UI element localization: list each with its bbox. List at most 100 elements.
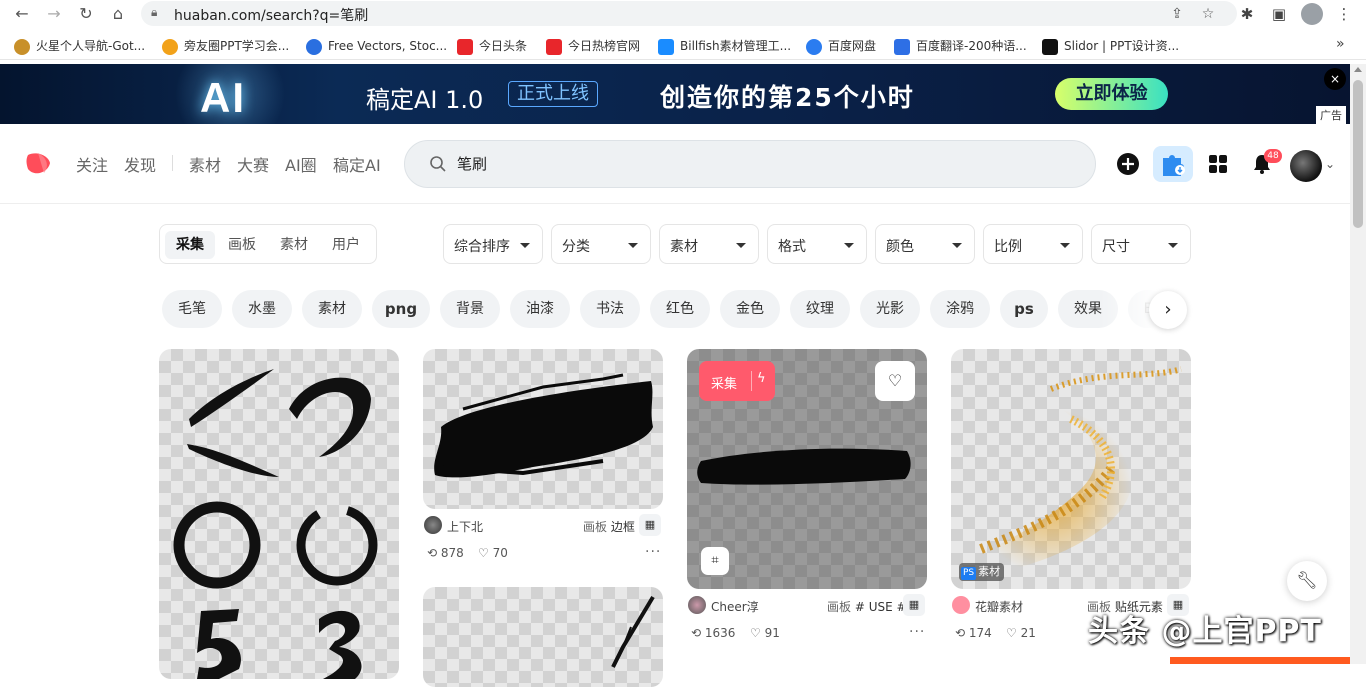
bookmark-item[interactable]: 旁友圈PPT学习会... bbox=[162, 36, 289, 56]
filter-ratio[interactable]: 比例 bbox=[983, 224, 1083, 264]
pin-username[interactable]: Cheer淳 bbox=[711, 598, 759, 615]
share-icon[interactable]: ⇪ bbox=[1167, 4, 1187, 24]
menu-kebab-icon[interactable]: ⋮ bbox=[1333, 3, 1355, 25]
bookmark-item[interactable]: 百度网盘 bbox=[806, 36, 876, 56]
pin-image[interactable] bbox=[951, 349, 1191, 589]
bookmark-item[interactable]: 今日头条 bbox=[457, 36, 527, 56]
wrench-icon[interactable]: 🔧︎ bbox=[1287, 561, 1327, 601]
address-bar[interactable]: 🔒︎ huaban.com/search?q=笔刷 ⇪ ☆ bbox=[141, 1, 1237, 26]
chip-tag[interactable]: 光影 bbox=[860, 290, 920, 328]
nav-discover[interactable]: 发现 bbox=[124, 152, 156, 176]
chevron-down-icon[interactable]: ⌄ bbox=[1325, 157, 1335, 171]
chip-tag[interactable]: 纹理 bbox=[790, 290, 850, 328]
chip-tag[interactable]: ps bbox=[1000, 290, 1048, 328]
banner-ai-logo: AI bbox=[200, 74, 246, 121]
user-avatar-small[interactable] bbox=[424, 516, 442, 534]
lightning-icon[interactable]: ϟ bbox=[757, 371, 766, 386]
filter-sort[interactable]: 综合排序 bbox=[443, 224, 543, 264]
nav-ai-circle[interactable]: AI圈 bbox=[285, 152, 317, 176]
url-text[interactable]: huaban.com/search?q=笔刷 bbox=[174, 5, 368, 25]
nav-follow[interactable]: 关注 bbox=[76, 152, 108, 176]
scroll-up-icon[interactable] bbox=[1354, 67, 1362, 72]
filter-material[interactable]: 素材 bbox=[659, 224, 759, 264]
pin-username[interactable]: 花瓣素材 bbox=[975, 598, 1023, 615]
like-count: ♡ 91 bbox=[750, 626, 780, 640]
close-icon[interactable]: × bbox=[1324, 68, 1346, 90]
chip-tag[interactable]: 水墨 bbox=[232, 290, 292, 328]
banner-tag: 正式上线 bbox=[508, 81, 598, 107]
board-name[interactable]: # USE # bbox=[855, 600, 907, 614]
search-icon[interactable] bbox=[429, 155, 447, 173]
collect-button[interactable]: 采集 ϟ bbox=[699, 361, 775, 401]
huaban-logo[interactable] bbox=[24, 149, 52, 177]
profile-avatar[interactable] bbox=[1301, 3, 1323, 25]
bookmark-favicon bbox=[806, 38, 822, 55]
chip-tag[interactable]: 书法 bbox=[580, 290, 640, 328]
tab-materials[interactable]: 素材 bbox=[269, 231, 319, 259]
filter-color[interactable]: 颜色 bbox=[875, 224, 975, 264]
pin-image[interactable] bbox=[423, 349, 663, 509]
tab-pins[interactable]: 采集 bbox=[165, 231, 215, 259]
search-box[interactable] bbox=[404, 140, 1096, 188]
bookmark-item[interactable]: Billfish素材管理工... bbox=[658, 36, 791, 56]
chip-tag[interactable]: 素材 bbox=[302, 290, 362, 328]
scan-icon[interactable]: ⌗ bbox=[701, 547, 729, 575]
ad-banner[interactable]: AI 稿定AI 1.0 正式上线 创造你的第25个小时 立即体验 × 广告 bbox=[0, 64, 1350, 124]
browser-toolbar: ← → ↻ ⌂ 🔒︎ huaban.com/search?q=笔刷 ⇪ ☆ ✱ … bbox=[0, 0, 1366, 28]
bookmark-item[interactable]: Slidor | PPT设计资... bbox=[1042, 36, 1179, 56]
grid-icon[interactable]: ▦ bbox=[639, 514, 661, 536]
side-panel-icon[interactable]: ▣ bbox=[1268, 3, 1290, 25]
nav-contest[interactable]: 大赛 bbox=[237, 152, 269, 176]
more-icon[interactable]: ··· bbox=[909, 624, 925, 640]
filter-format[interactable]: 格式 bbox=[767, 224, 867, 264]
extensions-icon[interactable]: ✱ bbox=[1236, 3, 1258, 25]
chip-tag[interactable]: 背景 bbox=[440, 290, 500, 328]
heart-icon[interactable]: ♡ bbox=[875, 361, 915, 401]
tab-users[interactable]: 用户 bbox=[321, 231, 371, 259]
home-icon[interactable]: ⌂ bbox=[108, 4, 128, 24]
caret-down-icon bbox=[952, 243, 962, 248]
bookmark-star-icon[interactable]: ☆ bbox=[1198, 4, 1218, 24]
bookmark-item[interactable]: Free Vectors, Stoc... bbox=[306, 36, 447, 56]
filter-label: 素材 bbox=[670, 239, 698, 255]
nav-gaoding-ai[interactable]: 稿定AI bbox=[333, 152, 381, 176]
user-avatar-small[interactable] bbox=[688, 596, 706, 614]
caret-down-icon bbox=[844, 243, 854, 248]
banner-cta-button[interactable]: 立即体验 bbox=[1055, 78, 1168, 110]
chip-tag[interactable]: png bbox=[372, 290, 430, 328]
chip-tag[interactable]: 涂鸦 bbox=[930, 290, 990, 328]
reload-icon[interactable]: ↻ bbox=[76, 4, 96, 24]
forward-icon[interactable]: → bbox=[44, 4, 64, 24]
chip-tag[interactable]: 红色 bbox=[650, 290, 710, 328]
filter-category[interactable]: 分类 bbox=[551, 224, 651, 264]
bookmark-item[interactable]: 火星个人导航-Got... bbox=[14, 36, 145, 56]
add-icon[interactable] bbox=[1116, 152, 1140, 176]
pin-image[interactable] bbox=[159, 349, 399, 679]
apps-grid-icon[interactable] bbox=[1206, 152, 1230, 176]
bookmarks-more-icon[interactable]: » bbox=[1336, 36, 1345, 52]
more-icon[interactable]: ··· bbox=[645, 544, 661, 560]
nav-divider bbox=[172, 155, 173, 171]
pin-image[interactable] bbox=[423, 587, 663, 687]
chip-tag[interactable]: 金色 bbox=[720, 290, 780, 328]
bookmark-item[interactable]: 百度翻译-200种语... bbox=[894, 36, 1027, 56]
chip-tag[interactable]: 油漆 bbox=[510, 290, 570, 328]
page-scrollbar[interactable] bbox=[1350, 64, 1366, 664]
search-input[interactable] bbox=[457, 155, 1057, 172]
tab-boards[interactable]: 画板 bbox=[217, 231, 267, 259]
scrollbar-thumb[interactable] bbox=[1353, 80, 1363, 228]
bookmark-item[interactable]: 今日热榜官网 bbox=[546, 36, 640, 56]
grid-icon[interactable]: ▦ bbox=[903, 594, 925, 616]
board-label: 画板 边框 bbox=[583, 520, 635, 534]
user-avatar[interactable] bbox=[1290, 150, 1322, 182]
back-icon[interactable]: ← bbox=[12, 4, 32, 24]
chevron-right-icon[interactable]: › bbox=[1149, 291, 1187, 329]
bookmark-favicon bbox=[457, 38, 473, 55]
board-name[interactable]: 边框 bbox=[611, 520, 635, 534]
user-avatar-small[interactable] bbox=[952, 596, 970, 614]
plugin-button[interactable] bbox=[1153, 146, 1193, 182]
filter-size[interactable]: 尺寸 bbox=[1091, 224, 1191, 264]
pin-username[interactable]: 上下北 bbox=[447, 518, 483, 535]
nav-materials[interactable]: 素材 bbox=[189, 152, 221, 176]
chip-tag[interactable]: 毛笔 bbox=[162, 290, 222, 328]
